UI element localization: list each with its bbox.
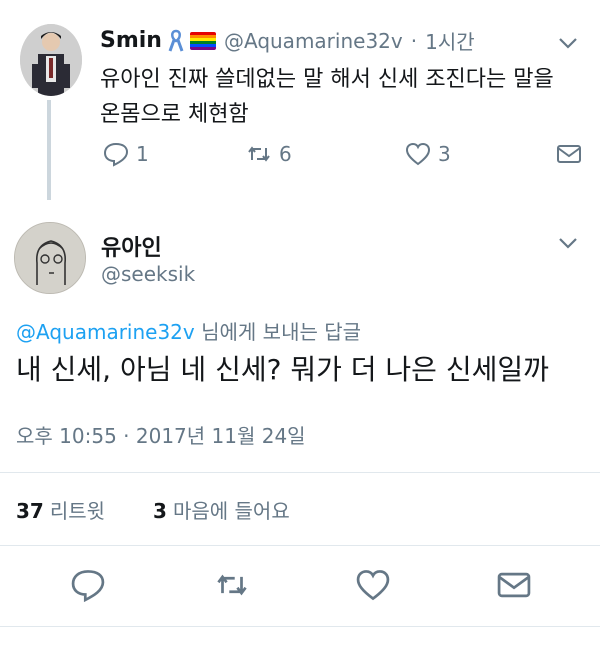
message-button[interactable] xyxy=(494,565,534,605)
retweet-button[interactable] xyxy=(212,565,252,605)
retweet-action[interactable]: 6 xyxy=(245,140,292,168)
tweet-timestamp[interactable]: 오후 10:55 · 2017년 11월 24일 xyxy=(16,420,306,449)
likes-label: 마음에 들어요 xyxy=(172,499,290,523)
main-tweet-text: 내 신세, 아님 네 신세? 뭐가 더 나은 신세일까 xyxy=(16,353,549,386)
header-separator: · xyxy=(410,28,418,53)
retweet-icon xyxy=(217,574,247,596)
reply-context: @Aquamarine32v 님에게 보내는 답글 xyxy=(16,316,361,345)
ribbon-icon xyxy=(168,29,184,52)
parent-tweet-header: Smin @Aquamarine32v · 1시간 xyxy=(100,26,475,55)
parent-avatar[interactable] xyxy=(20,24,82,96)
divider xyxy=(0,545,600,546)
like-count: 3 xyxy=(438,142,451,166)
divider xyxy=(0,472,600,473)
chevron-down-icon[interactable] xyxy=(557,32,579,54)
reply-icon xyxy=(103,142,129,167)
retweets-number: 37 xyxy=(16,499,44,523)
reply-button[interactable] xyxy=(68,565,108,605)
retweets-stat[interactable]: 37 리트윗 xyxy=(16,495,105,524)
message-icon xyxy=(557,145,581,163)
reply-to-suffix: 님에게 보내는 답글 xyxy=(194,320,362,344)
retweets-label: 리트윗 xyxy=(49,499,106,523)
like-icon xyxy=(356,570,390,601)
like-action[interactable]: 3 xyxy=(404,140,451,168)
likes-stat[interactable]: 3 마음에 들어요 xyxy=(153,495,290,524)
message-icon xyxy=(497,572,531,598)
parent-display-name[interactable]: Smin xyxy=(100,28,162,53)
like-button[interactable] xyxy=(353,565,393,605)
reply-icon xyxy=(71,570,105,603)
main-handle[interactable]: @seeksik xyxy=(101,262,195,286)
chevron-down-icon[interactable] xyxy=(557,232,579,254)
engagement-stats: 37 리트윗 3 마음에 들어요 xyxy=(16,495,338,524)
main-avatar[interactable] xyxy=(14,222,86,294)
reply-to-link[interactable]: @Aquamarine32v xyxy=(16,320,195,344)
reply-action[interactable]: 1 xyxy=(102,140,149,168)
retweet-count: 6 xyxy=(279,142,292,166)
parent-tweet-text: 유아인 진짜 쓸데없는 말 해서 신세 조진다는 말을 온몸으로 체현함 xyxy=(100,67,554,127)
parent-handle[interactable]: @Aquamarine32v xyxy=(224,29,403,53)
parent-tweet[interactable]: Smin @Aquamarine32v · 1시간 유아인 진짜 쓸데없는 말 … xyxy=(0,0,600,205)
likes-number: 3 xyxy=(153,499,167,523)
retweet-icon xyxy=(248,146,270,162)
message-action[interactable] xyxy=(555,140,583,168)
like-icon xyxy=(405,142,431,166)
main-display-name[interactable]: 유아인 xyxy=(101,230,162,262)
parent-time[interactable]: 1시간 xyxy=(425,26,475,55)
divider xyxy=(0,626,600,627)
reply-count: 1 xyxy=(136,142,149,166)
rainbow-flag-icon xyxy=(189,31,216,50)
